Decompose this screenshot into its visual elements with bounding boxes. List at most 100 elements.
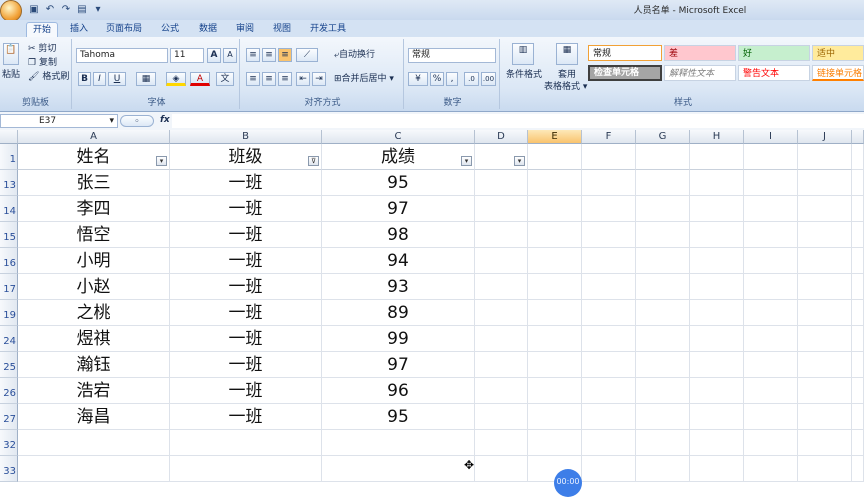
table-cell[interactable] [475, 430, 528, 456]
print-preview-icon[interactable]: ▤ [74, 3, 90, 17]
table-cell[interactable] [636, 456, 690, 482]
table-cell[interactable] [322, 430, 475, 456]
tab-review[interactable]: 审阅 [232, 22, 258, 37]
table-cell[interactable] [528, 430, 582, 456]
table-cell[interactable] [475, 456, 528, 482]
row-header[interactable]: 24 [0, 326, 18, 352]
filter-dropdown-icon[interactable]: ▾ [514, 156, 525, 166]
percent-button[interactable]: % [430, 72, 444, 86]
table-cell[interactable] [636, 326, 690, 352]
table-cell[interactable]: 一班 [170, 222, 322, 248]
table-cell[interactable] [636, 352, 690, 378]
underline-button[interactable]: U [108, 72, 126, 86]
merge-center-button[interactable]: ⊞合并后居中 ▾ [334, 73, 394, 85]
column-header-d[interactable]: D [475, 130, 528, 144]
bold-button[interactable]: B [78, 72, 91, 86]
style-good[interactable]: 好 [738, 45, 810, 61]
column-header-b[interactable]: B [170, 130, 322, 144]
table-cell[interactable] [744, 248, 798, 274]
table-cell[interactable] [744, 352, 798, 378]
grow-font-button[interactable]: A [207, 48, 221, 63]
filter-active-icon[interactable]: ⊽ [308, 156, 319, 166]
table-cell[interactable] [852, 248, 864, 274]
table-cell[interactable] [690, 274, 744, 300]
customize-qat-icon[interactable]: ▾ [90, 3, 106, 17]
table-cell[interactable]: 张三 [18, 170, 170, 196]
table-cell[interactable] [852, 456, 864, 482]
table-cell[interactable] [636, 430, 690, 456]
comma-button[interactable]: , [446, 72, 458, 86]
table-cell[interactable] [582, 196, 636, 222]
table-cell[interactable] [528, 248, 582, 274]
table-cell[interactable] [852, 430, 864, 456]
table-cell[interactable]: 瀚钰 [18, 352, 170, 378]
align-left-icon[interactable]: ≡ [246, 72, 260, 86]
table-cell[interactable]: 一班 [170, 170, 322, 196]
table-cell[interactable] [582, 404, 636, 430]
table-cell[interactable] [798, 326, 852, 352]
table-cell[interactable] [744, 430, 798, 456]
table-cell[interactable] [475, 404, 528, 430]
header-cell[interactable]: 班级 [170, 144, 322, 170]
style-linked-cell[interactable]: 链接单元格 [812, 65, 864, 81]
header-cell[interactable] [636, 144, 690, 170]
table-cell[interactable] [475, 170, 528, 196]
column-header-f[interactable]: F [582, 130, 636, 144]
table-cell[interactable]: 一班 [170, 248, 322, 274]
decrease-indent-icon[interactable]: ⇤ [296, 72, 310, 86]
number-format-select[interactable]: 常规 [408, 48, 496, 63]
phonetic-icon[interactable]: 文 [216, 72, 234, 86]
tab-formulas[interactable]: 公式 [157, 22, 183, 37]
column-header-a[interactable]: A [18, 130, 170, 144]
header-cell[interactable]: 成绩 [322, 144, 475, 170]
conditional-format-button[interactable]: 条件格式 [506, 69, 542, 81]
table-cell[interactable] [798, 274, 852, 300]
align-top-icon[interactable]: ≡ [246, 48, 260, 62]
borders-icon[interactable]: ▦ [136, 72, 156, 86]
table-cell[interactable]: 95 [322, 404, 475, 430]
increase-indent-icon[interactable]: ⇥ [312, 72, 326, 86]
table-cell[interactable] [798, 222, 852, 248]
table-cell[interactable] [528, 300, 582, 326]
table-cell[interactable]: 一班 [170, 404, 322, 430]
table-cell[interactable] [744, 222, 798, 248]
header-cell[interactable] [798, 144, 852, 170]
table-cell[interactable] [690, 222, 744, 248]
row-header[interactable]: 17 [0, 274, 18, 300]
table-cell[interactable]: 煜祺 [18, 326, 170, 352]
table-cell[interactable] [18, 456, 170, 482]
wrap-text-button[interactable]: ⤶自动换行 [334, 49, 375, 61]
table-cell[interactable] [582, 300, 636, 326]
table-cell[interactable]: 一班 [170, 378, 322, 404]
table-cell[interactable]: 李四 [18, 196, 170, 222]
table-cell[interactable]: 一班 [170, 326, 322, 352]
table-cell[interactable] [528, 326, 582, 352]
table-cell[interactable] [744, 170, 798, 196]
header-cell[interactable]: 姓名 [18, 144, 170, 170]
table-cell[interactable] [744, 326, 798, 352]
table-cell[interactable] [744, 378, 798, 404]
column-header-partial[interactable] [852, 130, 864, 144]
table-cell[interactable] [744, 274, 798, 300]
table-cell[interactable] [852, 144, 864, 170]
copy-button[interactable]: ❐ 复制 [28, 57, 57, 69]
table-cell[interactable] [582, 222, 636, 248]
table-cell[interactable] [798, 352, 852, 378]
tab-developer[interactable]: 开发工具 [308, 22, 348, 37]
office-button[interactable] [0, 0, 22, 22]
header-cell[interactable] [528, 144, 582, 170]
table-cell[interactable] [852, 352, 864, 378]
cut-button[interactable]: ✂ 剪切 [28, 43, 56, 55]
row-header[interactable]: 13 [0, 170, 18, 196]
table-cell[interactable]: 97 [322, 352, 475, 378]
table-cell[interactable] [528, 274, 582, 300]
table-cell[interactable]: 之桃 [18, 300, 170, 326]
table-cell[interactable]: 96 [322, 378, 475, 404]
name-box[interactable]: E37 ▾ [0, 114, 118, 128]
tab-view[interactable]: 视图 [269, 22, 295, 37]
column-header-g[interactable]: G [636, 130, 690, 144]
table-cell[interactable] [528, 378, 582, 404]
decrease-decimal-icon[interactable]: .00 [481, 72, 496, 86]
table-cell[interactable]: 小明 [18, 248, 170, 274]
row-header[interactable]: 25 [0, 352, 18, 378]
